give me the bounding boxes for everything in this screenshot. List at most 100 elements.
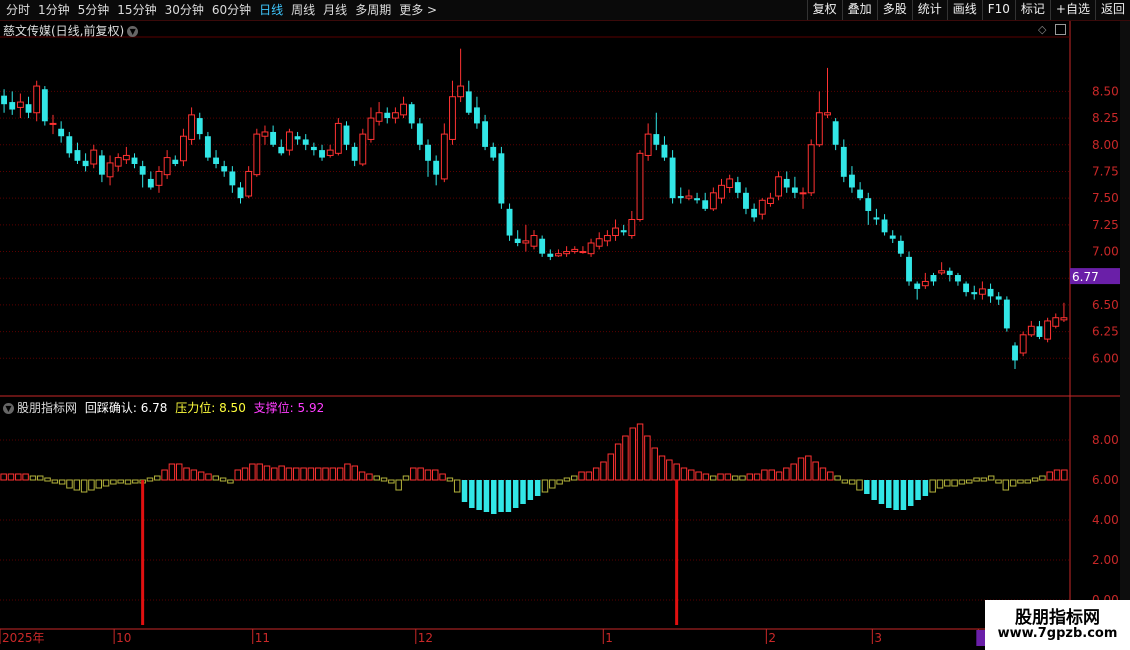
indicator-bar: [636, 423, 644, 481]
indicator-bar: [154, 475, 161, 481]
indicator-bar: [395, 479, 402, 491]
indicator-bar: [783, 467, 790, 481]
indicator-bar: [688, 469, 695, 481]
diamond-icon[interactable]: ◇: [1038, 23, 1046, 36]
indicator-bar: [790, 463, 797, 481]
indicator-bar: [410, 467, 417, 481]
candle-body: [319, 150, 325, 158]
candle-body: [783, 178, 790, 188]
indicator-bar: [205, 473, 212, 481]
candle-body: [743, 192, 749, 209]
candle-body: [490, 146, 497, 158]
indicator-bar: [739, 475, 746, 481]
indicator-name[interactable]: 股朋指标网: [17, 401, 77, 415]
chevron-down-icon[interactable]: ▼: [127, 26, 139, 37]
candle-body: [938, 270, 946, 274]
candle-body: [172, 159, 179, 164]
candle-body: [857, 189, 864, 199]
indicator-tick-label-3: 2.00: [1092, 553, 1119, 567]
current-price-label: 6.77: [1072, 270, 1099, 284]
candle-body: [66, 136, 73, 154]
price-tick-label-4: 7.50: [1092, 191, 1119, 205]
candle-body: [978, 288, 986, 295]
indicator-bar: [556, 479, 563, 485]
candle-body: [603, 235, 611, 242]
candle-body: [90, 149, 98, 165]
indicator-bar: [886, 480, 892, 508]
candle-body: [995, 296, 1002, 300]
chevron-down-icon[interactable]: ▼: [3, 403, 14, 414]
indicator-bar: [864, 480, 870, 494]
candle-body: [375, 112, 383, 122]
indicator-bar: [439, 473, 446, 481]
indicator-bar: [1039, 475, 1046, 481]
candle-body: [1019, 334, 1027, 354]
candle-body: [963, 283, 970, 293]
time-tick-label-6: 3: [874, 631, 882, 645]
indicator-header: ▼ 股朋指标网 回踩确认: 6.78 压力位: 8.50 支撑位: 5.92: [3, 399, 324, 416]
indicator-bar: [124, 479, 132, 485]
indicator-bar: [453, 479, 461, 493]
time-tick-label-2: 11: [255, 631, 270, 645]
candle-body: [449, 96, 456, 140]
indicator-bar: [592, 467, 600, 481]
indicator-bar: [278, 465, 285, 481]
watermark-url: www.7gpzb.com: [997, 626, 1118, 641]
candle-body: [49, 122, 57, 125]
indicator-bar: [724, 473, 732, 481]
indicator-bar: [797, 457, 805, 481]
candle-body: [58, 128, 65, 137]
candle-body: [612, 227, 619, 237]
candle-body: [921, 280, 929, 287]
candle-body: [367, 117, 375, 140]
indicator-bar: [491, 480, 497, 514]
indicator-bar: [417, 467, 424, 481]
indicator-bar: [900, 480, 907, 510]
indicator-bar: [644, 435, 651, 481]
candle-body: [955, 275, 961, 282]
candle-body: [522, 240, 530, 244]
indicator-bar: [658, 455, 666, 481]
window-icon[interactable]: [1055, 24, 1066, 35]
candle-body: [906, 256, 912, 282]
candle-body: [644, 133, 652, 156]
indicator-bar: [227, 479, 234, 484]
indicator-bar: [461, 480, 468, 502]
indicator-bar: [936, 479, 944, 489]
candle-body: [824, 112, 831, 116]
confirm-label: 回踩确认: 6.78: [84, 401, 168, 415]
candle-body: [571, 248, 579, 253]
stock-title[interactable]: 慈文传媒(日线,前复权) ▼: [3, 22, 139, 39]
candle-body: [1012, 345, 1018, 361]
indicator-bar: [666, 459, 673, 481]
candle-body: [41, 89, 48, 122]
indicator-bar: [966, 479, 973, 484]
candle-body: [971, 292, 978, 295]
indicator-bar: [563, 477, 571, 482]
indicator-bar: [380, 477, 388, 482]
indicator-bar: [22, 473, 29, 481]
indicator-bar: [570, 475, 578, 481]
candle-body: [384, 112, 391, 119]
stock-title-text: 慈文传媒(日线,前复权): [3, 24, 125, 38]
candle-body: [1036, 326, 1043, 337]
indicator-bar: [585, 471, 593, 481]
indicator-bar: [0, 473, 7, 481]
time-tick-label-5: 2: [768, 631, 776, 645]
indicator-bar: [373, 475, 380, 481]
candle-body: [840, 146, 847, 177]
indicator-bar: [878, 480, 885, 504]
indicator-bar: [834, 475, 841, 481]
candle-body: [285, 131, 293, 151]
chart-canvas[interactable]: 8.508.258.007.757.507.257.006.756.506.25…: [0, 0, 1130, 650]
candle-body: [245, 170, 253, 197]
indicator-bar: [424, 469, 432, 481]
candle-body: [229, 171, 236, 186]
indicator-bar: [358, 471, 366, 481]
candle-body: [1003, 299, 1010, 329]
candle-body: [653, 134, 660, 145]
indicator-bar: [761, 469, 768, 481]
indicator-bar: [512, 480, 519, 508]
indicator-bar: [549, 479, 556, 489]
candle-body: [33, 85, 41, 114]
